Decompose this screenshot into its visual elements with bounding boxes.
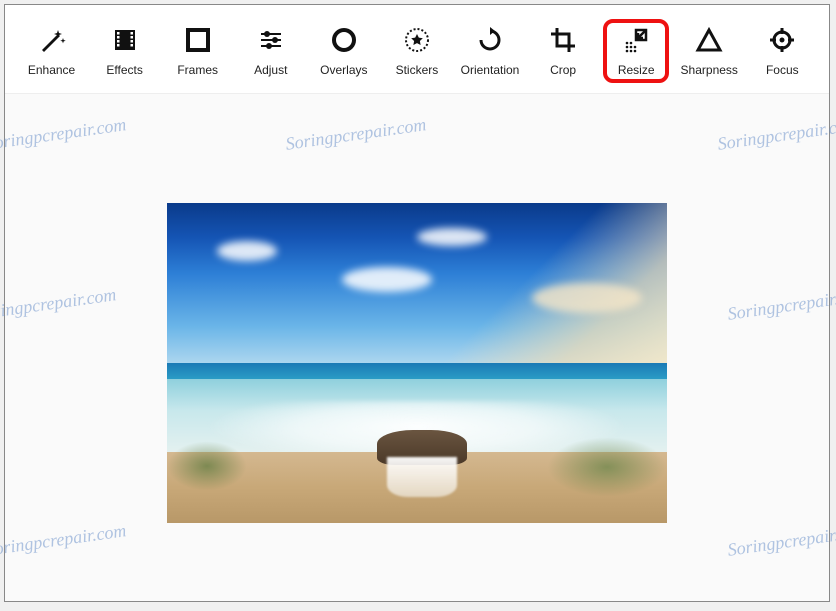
triangle-icon [694, 25, 724, 55]
circle-icon [329, 25, 359, 55]
edited-photo[interactable] [167, 203, 667, 523]
overlays-tool[interactable]: Overlays [311, 19, 377, 83]
tool-label: Crop [550, 63, 576, 77]
toolbar: Enhance Effects Frames Adjust Overlays [5, 5, 829, 94]
watermark: Soringpcrepair.com [284, 114, 427, 155]
tool-label: Frames [177, 63, 218, 77]
tool-label: Effects [106, 63, 142, 77]
watermark: Soringpcrepair.com [0, 114, 128, 155]
tool-label: Sharpness [681, 63, 738, 77]
resize-tool[interactable]: Resize [603, 19, 669, 83]
target-icon [767, 25, 797, 55]
photo-editor-app: Enhance Effects Frames Adjust Overlays [4, 4, 830, 602]
canvas-area: Soringpcrepair.com Soringpcrepair.com So… [5, 94, 829, 601]
frames-tool[interactable]: Frames [165, 19, 231, 83]
watermark: Soringpcrepair.com [726, 520, 836, 561]
tool-label: Stickers [396, 63, 439, 77]
watermark: Soringpcrepair.com [716, 114, 836, 155]
resize-icon [621, 25, 651, 55]
adjust-tool[interactable]: Adjust [238, 19, 304, 83]
enhance-tool[interactable]: Enhance [19, 19, 85, 83]
rotate-icon [475, 25, 505, 55]
tool-label: Orientation [461, 63, 520, 77]
crop-tool[interactable]: Crop [530, 19, 596, 83]
watermark: Soringpcrepair.com [726, 284, 836, 325]
square-icon [183, 25, 213, 55]
tool-label: Overlays [320, 63, 367, 77]
focus-tool[interactable]: Focus [749, 19, 815, 83]
wand-icon [37, 25, 67, 55]
tool-label: Focus [766, 63, 799, 77]
stickers-tool[interactable]: Stickers [384, 19, 450, 83]
sharpness-tool[interactable]: Sharpness [676, 19, 742, 83]
tool-label: Enhance [28, 63, 75, 77]
tool-label: Adjust [254, 63, 287, 77]
sliders-icon [256, 25, 286, 55]
watermark: Soringpcrepair.com [0, 284, 118, 325]
watermark: Soringpcrepair.com [0, 520, 128, 561]
star-circle-icon [402, 25, 432, 55]
effects-tool[interactable]: Effects [92, 19, 158, 83]
orientation-tool[interactable]: Orientation [457, 19, 523, 83]
crop-icon [548, 25, 578, 55]
film-icon [110, 25, 140, 55]
tool-label: Resize [618, 63, 655, 77]
